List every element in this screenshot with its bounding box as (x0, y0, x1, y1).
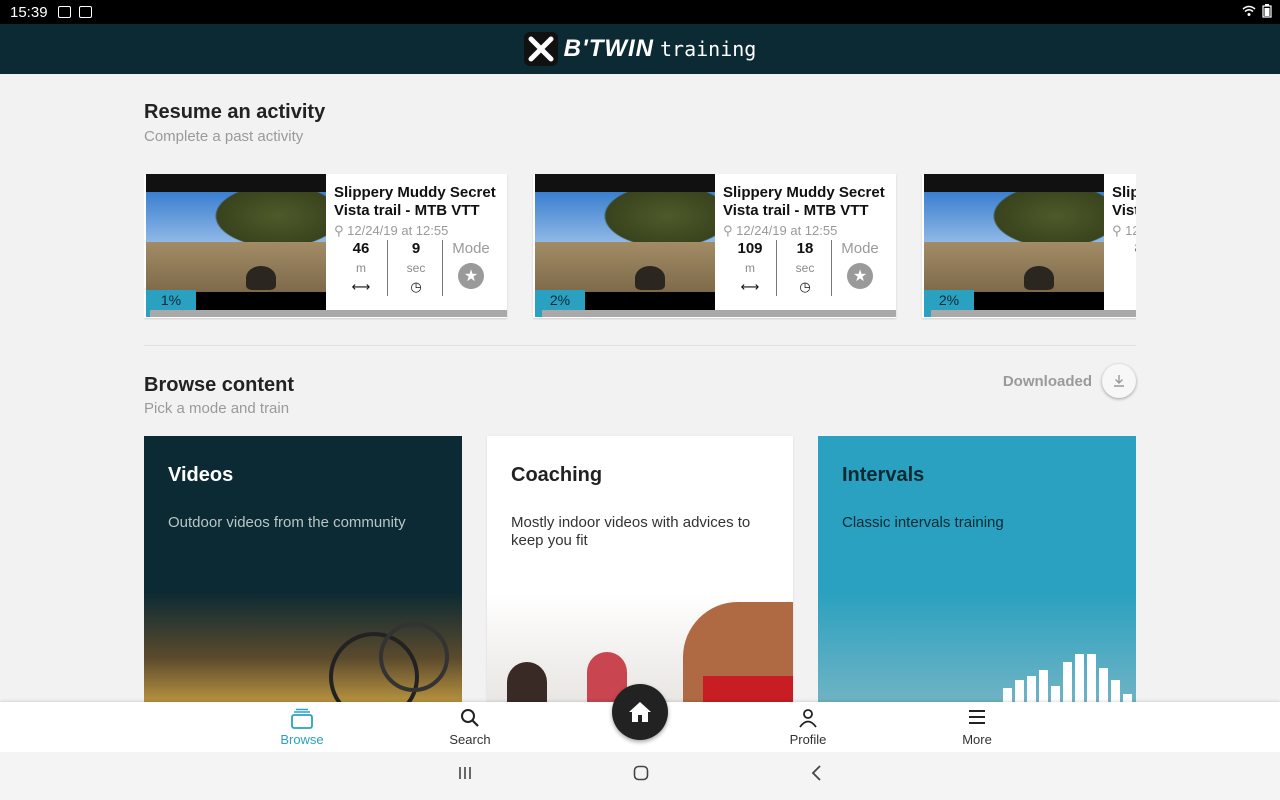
distance-arrows-icon: ⟷ (740, 279, 760, 294)
search-icon (430, 708, 510, 732)
app-header: B'TWIN training (0, 24, 1280, 74)
home-button[interactable] (612, 684, 668, 740)
interval-bars-graphic (1003, 654, 1132, 702)
nav-label: Browse (280, 732, 324, 747)
mode-description: Classic intervals training (842, 514, 1004, 531)
activity-card[interactable]: 2% Slippery Muddy Secret Vista trail - M… (533, 174, 896, 318)
check-notification-icon (78, 6, 92, 18)
nav-browse[interactable]: Browse (262, 708, 342, 747)
mode-metric: Mode ★ (444, 240, 498, 289)
mode-title: Coaching (511, 464, 603, 486)
logo-mark-icon (523, 32, 558, 66)
activity-percent: 2% (924, 290, 974, 310)
battery-icon (1262, 4, 1272, 18)
btwin-logo: B'TWIN training (523, 32, 757, 66)
activity-title: Slippery Muddy Secret Vista trail - MTB … (334, 184, 496, 219)
nav-profile[interactable]: Profile (768, 708, 848, 747)
activity-percent: 1% (146, 290, 196, 310)
activity-card[interactable]: 1% Slippery Muddy Secret Vista trail - M… (144, 174, 507, 318)
nav-label: More (962, 732, 992, 747)
bike-icon: ⚲ (723, 223, 737, 238)
bottom-navigation: Browse Search Profile More (0, 684, 1280, 752)
mode-title: Intervals (842, 464, 925, 486)
profile-icon (768, 708, 848, 732)
logo-sub: training (660, 37, 757, 61)
recent-apps-icon[interactable] (450, 764, 480, 787)
intervals-artwork (818, 592, 1136, 702)
resume-carousel[interactable]: 1% Slippery Muddy Secret Vista trail - M… (144, 174, 1136, 320)
home-icon (629, 702, 651, 722)
browse-subtitle: Pick a mode and train (144, 400, 290, 417)
logo-brand: B'TWIN (563, 35, 655, 62)
activity-card[interactable]: 2% Slippery Muddy Secret Vista trail - M… (922, 174, 1136, 318)
activity-progress-bar (924, 310, 1136, 317)
mode-description: Mostly indoor videos with advices to kee… (511, 514, 751, 549)
time-metric: 9 sec ◷ (389, 240, 443, 295)
mode-metric: Mode ★ (833, 240, 887, 289)
menu-icon (937, 708, 1017, 732)
section-divider (144, 345, 1136, 346)
mode-card-intervals[interactable]: Intervals Classic intervals training (818, 436, 1136, 702)
browse-title: Browse content (144, 374, 295, 396)
activity-date: ⚲ 12/24/19 at 12:55 (723, 223, 838, 238)
resume-subtitle: Complete a past activity (144, 128, 304, 145)
status-time: 15:39 (10, 3, 48, 21)
system-home-icon[interactable] (626, 764, 656, 787)
bike-icon: ⚲ (1112, 223, 1126, 238)
activity-title: Slippery Muddy Secret Vista trail - MTB … (723, 184, 885, 219)
clock-icon: ◷ (410, 279, 422, 294)
activity-progress-bar (146, 310, 507, 317)
mode-card-coaching[interactable]: Coaching Mostly indoor videos with advic… (487, 436, 793, 702)
nav-search[interactable]: Search (430, 708, 510, 747)
activity-title: Slippery Muddy Secret Vista trail - MTB … (1112, 184, 1136, 219)
mode-description: Outdoor videos from the community (168, 514, 406, 531)
clock-icon: ◷ (799, 279, 811, 294)
time-metric: 18 sec ◷ (778, 240, 832, 295)
distance-metric: 46 m ⟷ (334, 240, 388, 295)
bike-icon: ⚲ (334, 223, 348, 238)
activity-progress-bar (535, 310, 896, 317)
image-notification-icon (57, 6, 71, 18)
mode-card-videos[interactable]: Videos Outdoor videos from the community (144, 436, 462, 702)
wifi-icon (1242, 5, 1256, 16)
videos-artwork (144, 592, 462, 702)
downloaded-label: Downloaded (1002, 372, 1092, 390)
activity-date: ⚲ 12/24/19 at 12:55 (1112, 223, 1136, 238)
star-icon: ★ (847, 263, 873, 289)
mode-title: Videos (168, 464, 234, 486)
distance-metric: 109 m ⟷ (723, 240, 777, 295)
system-navigation-bar (0, 752, 1280, 800)
nav-label: Profile (789, 732, 827, 747)
activity-percent: 2% (535, 290, 585, 310)
activity-date: ⚲ 12/24/19 at 12:55 (334, 223, 449, 238)
nav-label: Search (449, 732, 491, 747)
downloaded-filter[interactable]: Downloaded (1003, 364, 1136, 398)
star-icon: ★ (458, 263, 484, 289)
nav-more[interactable]: More (937, 708, 1017, 747)
browse-icon (262, 708, 342, 732)
resume-title: Resume an activity (144, 101, 326, 123)
distance-arrows-icon: ⟷ (351, 279, 371, 294)
status-bar: 15:39 (0, 0, 1280, 24)
distance-metric: 8 (1112, 240, 1136, 257)
back-icon[interactable] (802, 764, 832, 787)
download-icon[interactable] (1102, 364, 1136, 398)
